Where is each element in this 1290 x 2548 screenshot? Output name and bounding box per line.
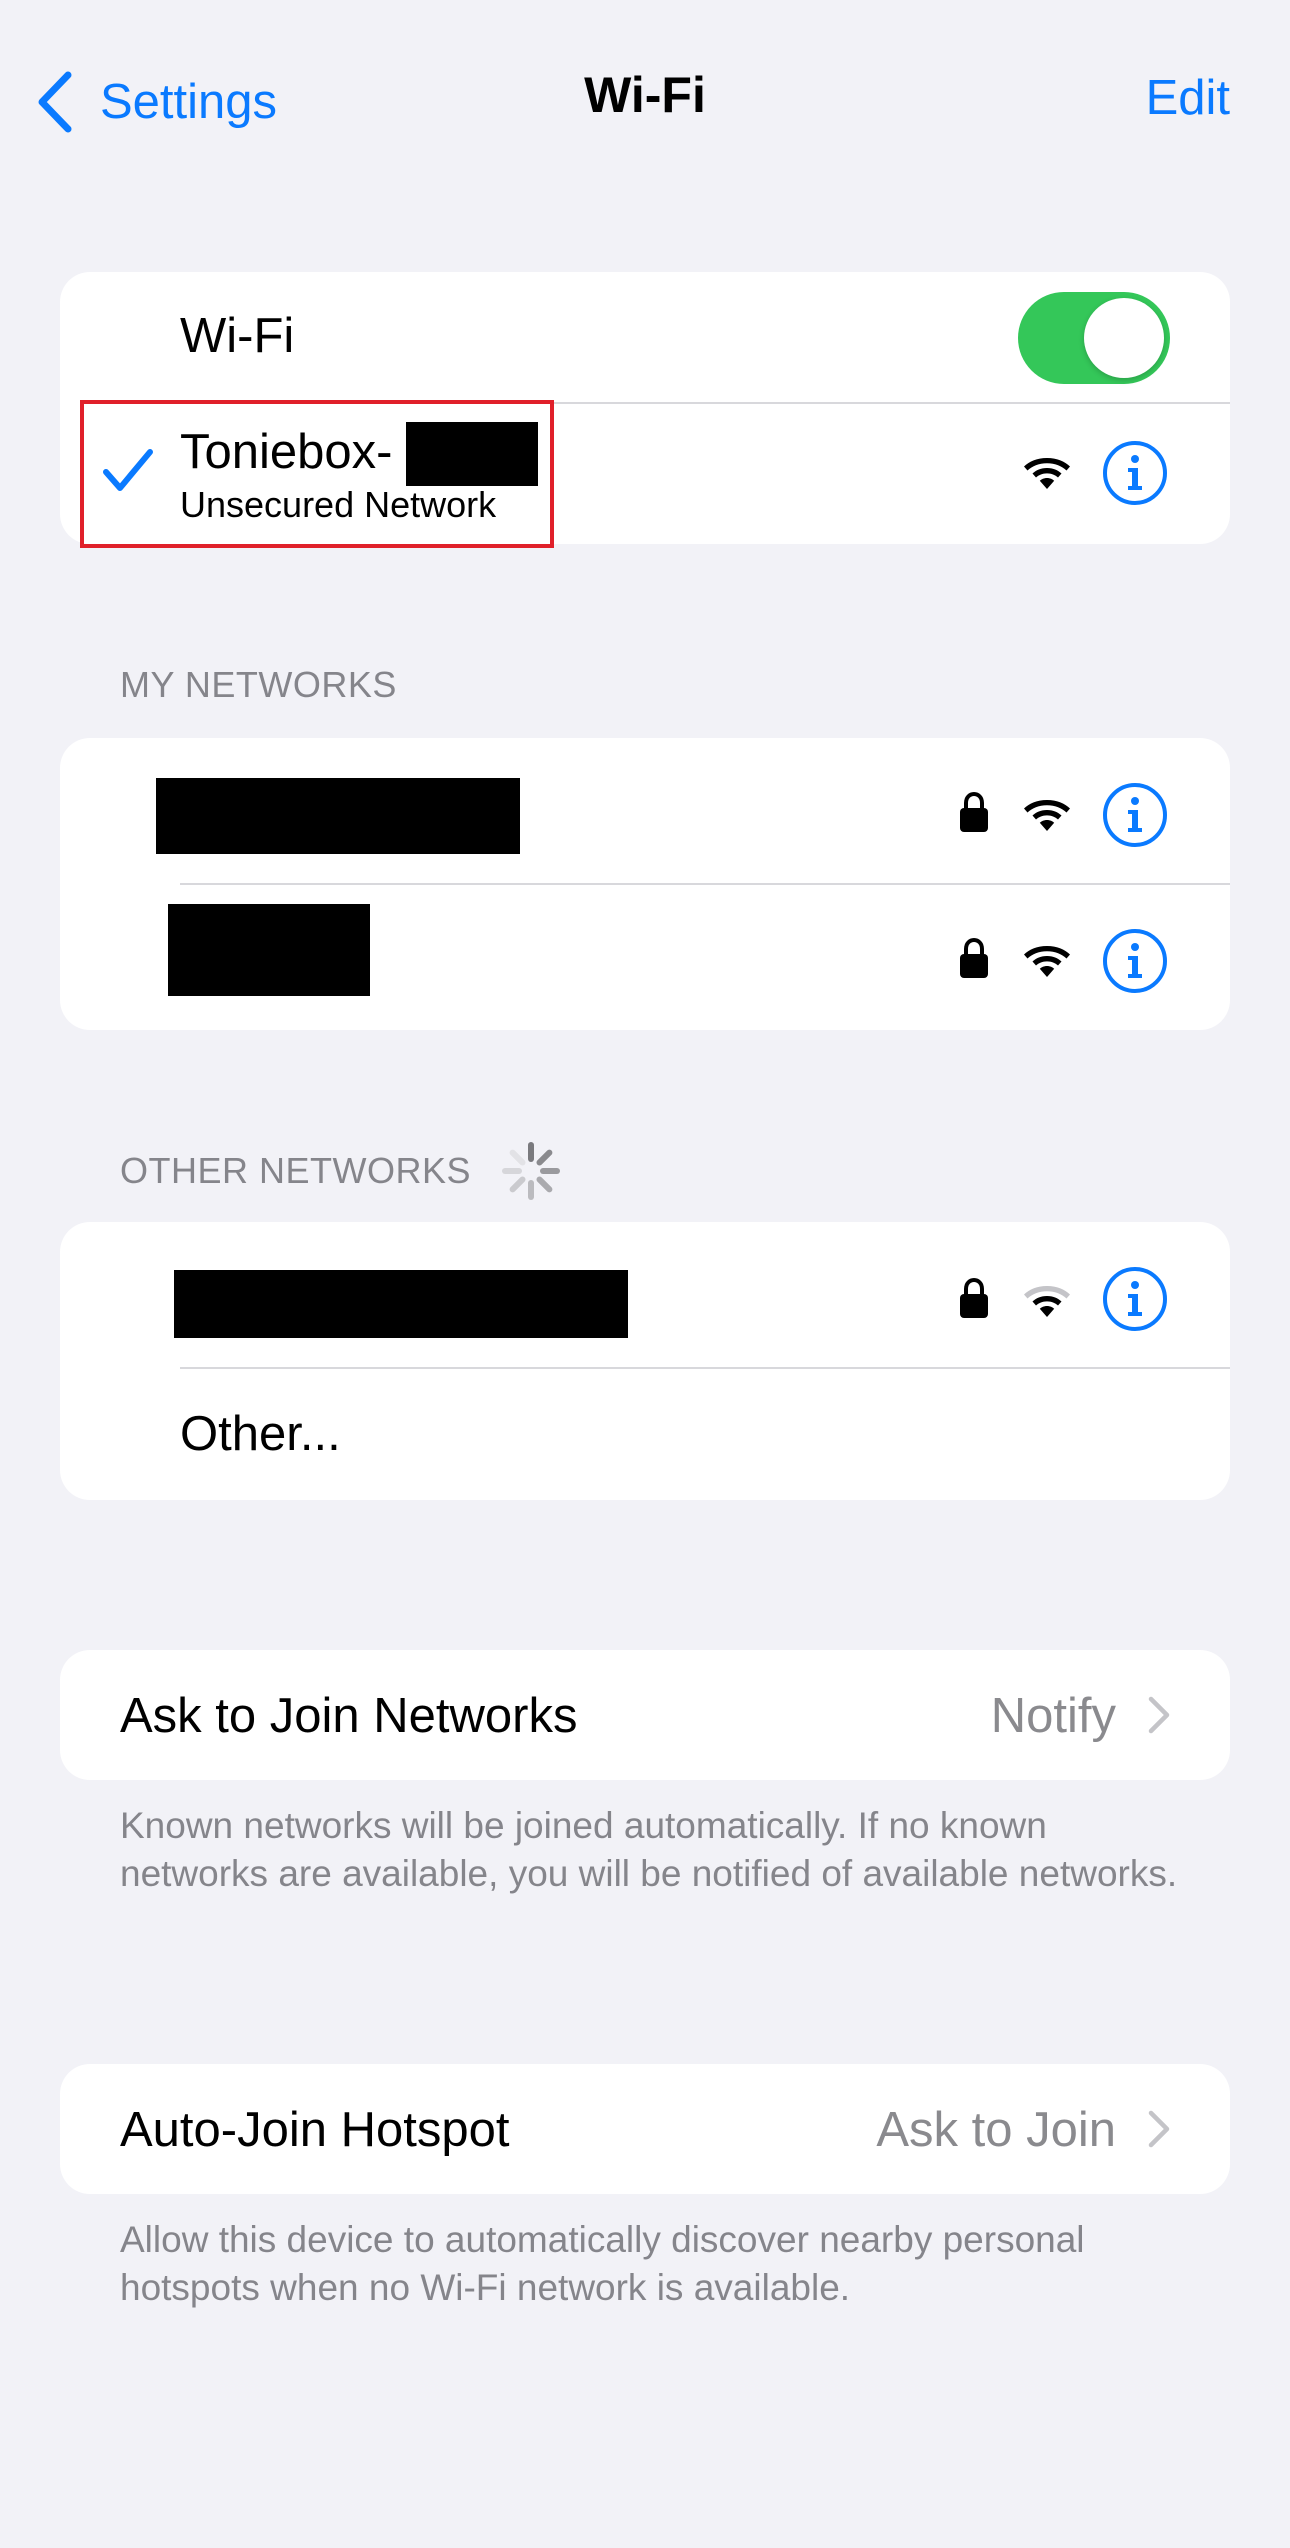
info-icon[interactable] [1102, 782, 1168, 848]
wifi-toggle[interactable] [1018, 292, 1170, 384]
wifi-toggle-label: Wi-Fi [180, 309, 295, 363]
auto-join-hotspot-row[interactable]: Auto-Join Hotspot Ask to Join [60, 2064, 1230, 2194]
ask-to-join-footnote: Known networks will be joined automatica… [120, 1805, 1178, 1894]
other-network-label: Other... [180, 1407, 341, 1461]
network-row[interactable] [60, 884, 1230, 1030]
toggle-knob [1084, 298, 1164, 378]
redacted-network-name [168, 904, 370, 996]
other-networks-card: Other... [60, 1222, 1230, 1500]
redacted-network-name [156, 778, 520, 854]
network-row[interactable] [60, 1222, 1230, 1368]
my-networks-card [60, 738, 1230, 1030]
wifi-signal-icon [1022, 452, 1072, 492]
info-icon[interactable] [1102, 440, 1168, 506]
wifi-signal-icon [1022, 940, 1072, 980]
wifi-signal-icon [1022, 794, 1072, 834]
ask-to-join-label: Ask to Join Networks [120, 1689, 578, 1743]
other-networks-header: OTHER NETWORKS [120, 1150, 472, 1191]
chevron-right-icon [1148, 1696, 1170, 1734]
info-icon[interactable] [1102, 1266, 1168, 1332]
network-row[interactable] [60, 738, 1230, 884]
lock-icon [958, 1278, 990, 1320]
info-icon[interactable] [1102, 928, 1168, 994]
ask-to-join-row[interactable]: Ask to Join Networks Notify [60, 1650, 1230, 1780]
lock-icon [958, 792, 990, 834]
chevron-right-icon [1148, 2110, 1170, 2148]
loading-spinner-icon [502, 1142, 560, 1200]
redacted-network-name [174, 1270, 628, 1338]
ask-to-join-value: Notify [990, 1689, 1116, 1743]
auto-join-hotspot-label: Auto-Join Hotspot [120, 2103, 510, 2157]
highlight-box [80, 400, 554, 548]
my-networks-header: MY NETWORKS [120, 664, 397, 705]
other-network-row[interactable]: Other... [60, 1368, 1230, 1500]
auto-join-hotspot-value: Ask to Join [876, 2103, 1116, 2157]
lock-icon [958, 938, 990, 980]
page-title: Wi-Fi [584, 67, 706, 123]
edit-button[interactable]: Edit [1146, 70, 1230, 126]
wifi-weak-signal-icon [1022, 1280, 1072, 1320]
auto-join-hotspot-footnote: Allow this device to automatically disco… [120, 2219, 1085, 2308]
